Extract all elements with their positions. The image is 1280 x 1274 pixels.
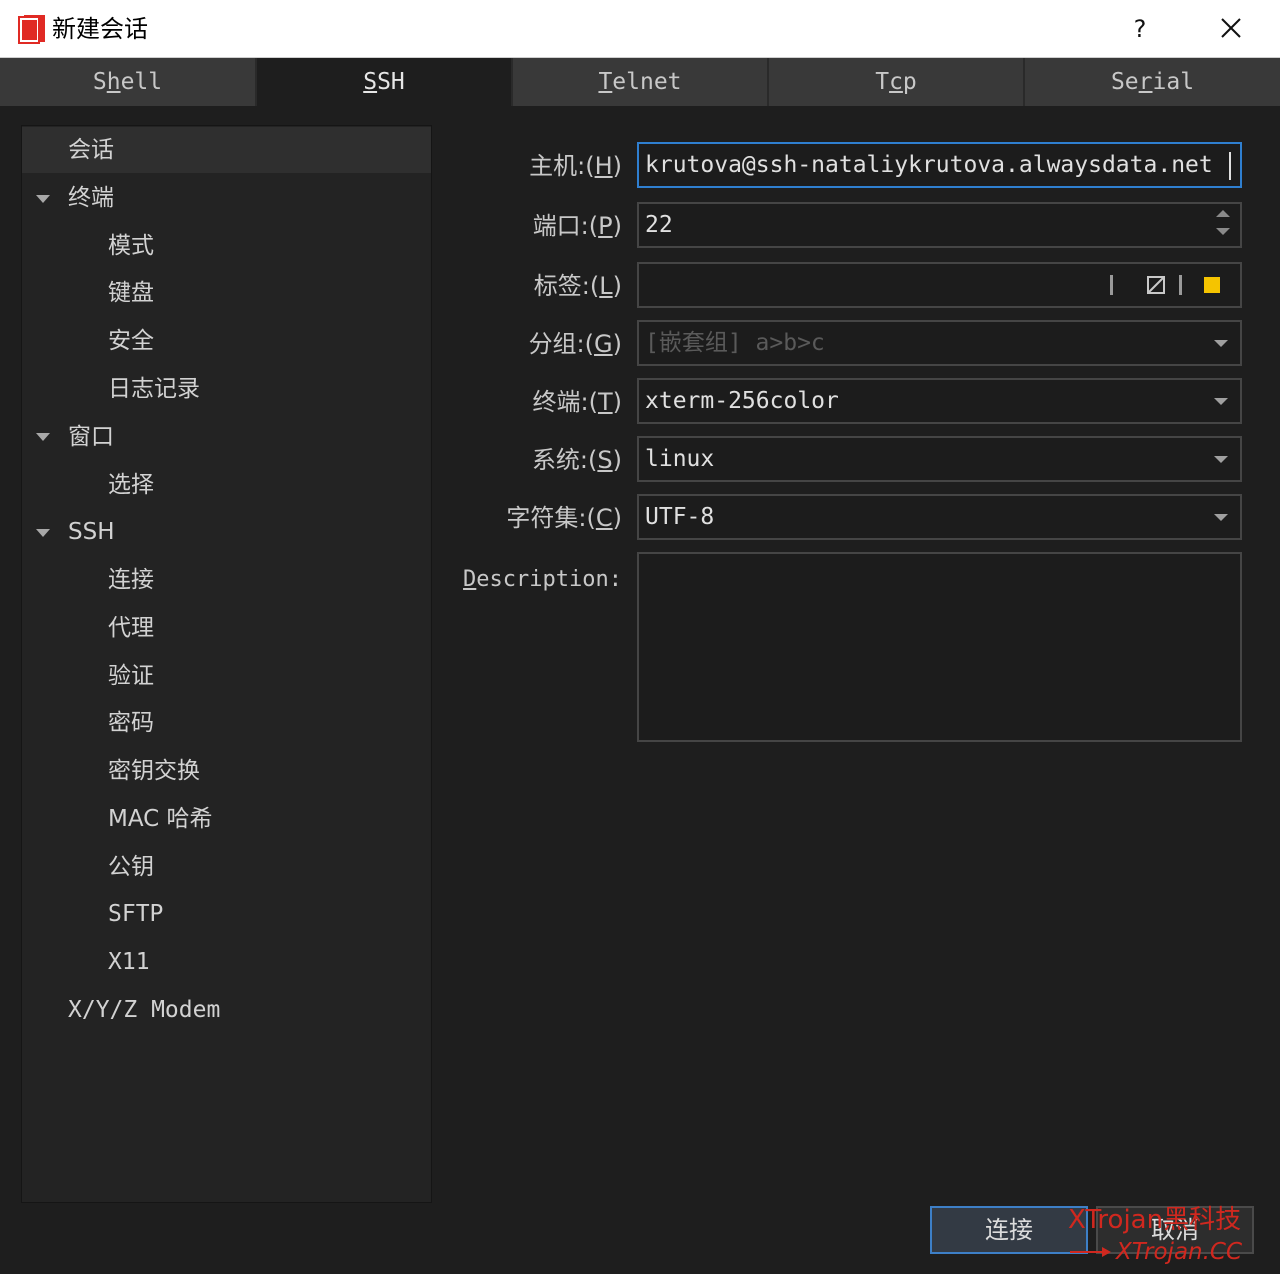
- port-label: 端口:(P): [532, 212, 622, 240]
- watermark-text: XTrojan黑科技: [1068, 1205, 1242, 1235]
- spin-down-icon[interactable]: [1216, 228, 1230, 235]
- watermark-arrow-icon: [1070, 1247, 1111, 1257]
- dropdown-arrow-icon[interactable]: [1214, 456, 1228, 463]
- tag-label: 标签:(L): [533, 272, 622, 300]
- terminal-label: 终端:(T): [532, 388, 623, 416]
- tab-shell[interactable]: Shell: [0, 58, 257, 106]
- tree-item-mode[interactable]: 模式: [108, 223, 154, 269]
- tree-item-window[interactable]: 窗口: [68, 414, 114, 460]
- terminal-type-select[interactable]: xterm-256color: [637, 378, 1242, 424]
- group-label: 分组:(G): [528, 330, 622, 358]
- port-spinbox[interactable]: 22: [637, 202, 1242, 248]
- protocol-tabs: Shell SSH Telnet Tcp Serial: [0, 58, 1280, 106]
- tree-item-keyboard[interactable]: 键盘: [108, 270, 154, 316]
- tree-item-cipher[interactable]: 密码: [108, 700, 154, 746]
- charset-select[interactable]: UTF-8: [637, 494, 1242, 540]
- xshell-app-icon: [18, 15, 45, 44]
- text-cursor: [1229, 152, 1231, 180]
- tree-item-kex[interactable]: 密钥交换: [108, 748, 200, 794]
- category-tree: 会话 终端 模式 键盘 安全 日志记录 窗口 选择 SSH 连接 代理 验证 密…: [21, 125, 432, 1203]
- dropdown-arrow-icon[interactable]: [1214, 398, 1228, 405]
- expand-arrow-icon[interactable]: [36, 195, 50, 203]
- tree-item-selection[interactable]: 选择: [108, 462, 154, 508]
- close-icon[interactable]: [1208, 10, 1254, 48]
- tree-item-session[interactable]: 会话: [22, 127, 431, 173]
- tag-color-swatch[interactable]: [1204, 277, 1220, 293]
- tag-input[interactable]: [637, 262, 1242, 308]
- watermark-url: XTrojan.CC: [1116, 1239, 1243, 1265]
- tree-item-logging[interactable]: 日志记录: [108, 366, 200, 412]
- host-input[interactable]: krutova@ssh-nataliykrutova.alwaysdata.ne…: [637, 142, 1242, 188]
- description-textarea[interactable]: [637, 552, 1242, 742]
- host-label: 主机:(H): [529, 152, 622, 180]
- tab-tcp[interactable]: Tcp: [769, 58, 1025, 106]
- dropdown-arrow-icon[interactable]: [1214, 340, 1228, 347]
- description-label: Description:: [463, 567, 622, 592]
- tree-item-proxy[interactable]: 代理: [108, 605, 154, 651]
- help-button[interactable]: ?: [1118, 10, 1162, 48]
- tree-item-mac[interactable]: MAC 哈希: [108, 796, 213, 842]
- spin-up-icon[interactable]: [1216, 210, 1230, 217]
- tree-item-terminal[interactable]: 终端: [68, 175, 114, 221]
- window-title: 新建会话: [52, 15, 148, 43]
- tree-item-sftp[interactable]: SFTP: [108, 891, 163, 937]
- system-label: 系统:(S): [531, 446, 622, 474]
- tab-ssh[interactable]: SSH: [257, 58, 513, 106]
- expand-arrow-icon[interactable]: [36, 433, 50, 441]
- dropdown-arrow-icon[interactable]: [1214, 514, 1228, 521]
- separator: [1179, 275, 1182, 295]
- tree-item-xyzmodem[interactable]: X/Y/Z Modem: [68, 987, 220, 1033]
- tab-serial[interactable]: Serial: [1025, 58, 1280, 106]
- charset-label: 字符集:(C): [506, 504, 622, 532]
- no-color-icon[interactable]: [1146, 275, 1166, 295]
- title-bar: 新建会话 ?: [0, 0, 1280, 58]
- expand-arrow-icon[interactable]: [36, 529, 50, 537]
- connect-button[interactable]: 连接: [930, 1206, 1088, 1254]
- tree-item-ssh[interactable]: SSH: [68, 509, 115, 555]
- tree-item-x11[interactable]: X11: [108, 939, 150, 985]
- tree-item-security[interactable]: 安全: [108, 318, 154, 364]
- tab-telnet[interactable]: Telnet: [513, 58, 769, 106]
- group-combobox[interactable]: [嵌套组] a>b>c: [637, 320, 1242, 366]
- tree-item-hostkey[interactable]: 公钥: [108, 844, 154, 890]
- tree-item-auth[interactable]: 验证: [108, 653, 154, 699]
- separator: [1110, 275, 1113, 295]
- tree-item-connection[interactable]: 连接: [108, 557, 154, 603]
- system-select[interactable]: linux: [637, 436, 1242, 482]
